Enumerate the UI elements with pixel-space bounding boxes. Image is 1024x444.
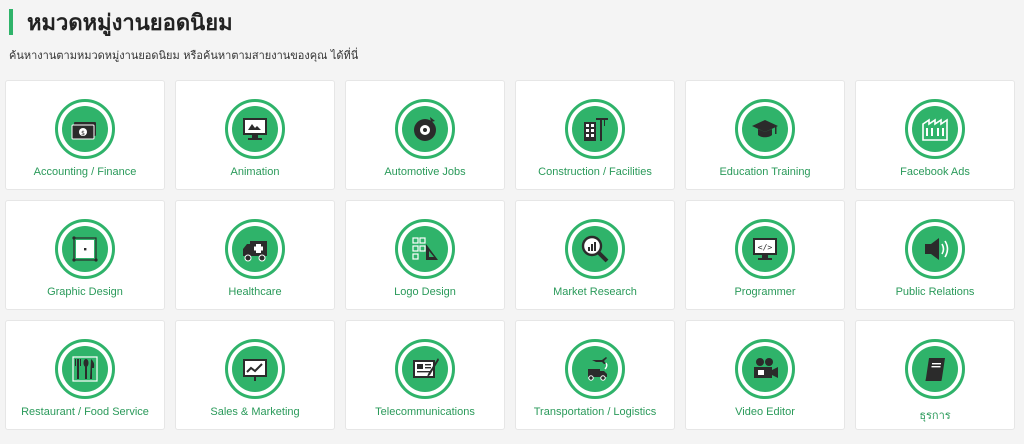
page-title: หมวดหมู่งานยอดนิยม (27, 10, 233, 36)
category-card-education-training[interactable]: Education Training (685, 80, 845, 190)
section-header: หมวดหมู่งานยอดนิยม (9, 8, 233, 36)
category-label: Restaurant / Food Service (21, 406, 149, 418)
svg-text:</>: </> (758, 243, 773, 252)
design-tools-icon (62, 226, 108, 272)
category-icon-ring (395, 339, 455, 399)
money-icon: $ (62, 106, 108, 152)
ambulance-icon (232, 226, 278, 272)
category-icon-ring (395, 99, 455, 159)
category-label: Facebook Ads (900, 166, 970, 178)
monitor-animation-icon (232, 106, 278, 152)
category-card-construction-facilities[interactable]: Construction / Facilities (515, 80, 675, 190)
category-label: Telecommunications (375, 406, 475, 418)
category-label: ธุรการ (919, 410, 951, 422)
category-icon-ring (565, 99, 625, 159)
category-card-sales-marketing[interactable]: Sales & Marketing (175, 320, 335, 430)
wheel-icon (402, 106, 448, 152)
category-label: Programmer (734, 286, 796, 298)
category-icon-ring (55, 219, 115, 279)
category-icon-ring (905, 99, 965, 159)
category-icon-ring (565, 339, 625, 399)
category-label: Automotive Jobs (384, 166, 466, 178)
category-label: Graphic Design (47, 286, 123, 298)
cutlery-icon (62, 346, 108, 392)
category-card-admin[interactable]: ธุรการ (855, 320, 1015, 430)
code-monitor-icon: </> (742, 226, 788, 272)
graduation-cap-icon (742, 106, 788, 152)
speaker-icon (912, 226, 958, 272)
page-subtitle: ค้นหางานตามหมวดหมู่งานยอดนิยม หรือค้นหาต… (9, 49, 359, 62)
category-icon-ring (225, 99, 285, 159)
category-grid: $ Accounting / Finance Animation Automotive… (5, 80, 1015, 430)
category-label: Public Relations (895, 286, 975, 298)
svg-text:$: $ (81, 130, 85, 137)
category-icon-ring (55, 339, 115, 399)
category-label: Video Editor (735, 406, 795, 418)
category-icon-ring: $ (55, 99, 115, 159)
factory-icon (912, 106, 958, 152)
category-label: Animation (230, 166, 280, 178)
category-icon-ring: </> (735, 219, 795, 279)
category-card-healthcare[interactable]: Healthcare (175, 200, 335, 310)
category-icon-ring (225, 219, 285, 279)
category-card-video-editor[interactable]: Video Editor (685, 320, 845, 430)
category-icon-ring (905, 339, 965, 399)
category-card-facebook-ads[interactable]: Facebook Ads (855, 80, 1015, 190)
category-icon-ring (905, 219, 965, 279)
category-label: Healthcare (228, 286, 282, 298)
logo-design-icon (402, 226, 448, 272)
category-card-programmer[interactable]: </> Programmer (685, 200, 845, 310)
category-card-public-relations[interactable]: Public Relations (855, 200, 1015, 310)
category-card-market-research[interactable]: Market Research (515, 200, 675, 310)
truck-plane-icon (572, 346, 618, 392)
category-label: Market Research (553, 286, 637, 298)
category-icon-ring (225, 339, 285, 399)
building-crane-icon (572, 106, 618, 152)
video-camera-icon (742, 346, 788, 392)
category-label: Accounting / Finance (33, 166, 137, 178)
category-icon-ring (735, 339, 795, 399)
magnifier-chart-icon (572, 226, 618, 272)
header-accent-bar (9, 9, 13, 35)
category-label: Education Training (719, 166, 811, 178)
category-label: Transportation / Logistics (533, 406, 657, 418)
category-card-accounting-finance[interactable]: $ Accounting / Finance (5, 80, 165, 190)
category-label: Construction / Facilities (538, 166, 652, 178)
category-icon-ring (735, 99, 795, 159)
category-icon-ring (565, 219, 625, 279)
category-label: Sales & Marketing (210, 406, 300, 418)
category-label: Logo Design (394, 286, 456, 298)
category-card-automotive-jobs[interactable]: Automotive Jobs (345, 80, 505, 190)
category-card-logo-design[interactable]: Logo Design (345, 200, 505, 310)
category-card-graphic-design[interactable]: Graphic Design (5, 200, 165, 310)
sales-chart-icon (232, 346, 278, 392)
category-card-telecommunications[interactable]: Telecommunications (345, 320, 505, 430)
category-card-animation[interactable]: Animation (175, 80, 335, 190)
book-icon (912, 346, 958, 392)
category-icon-ring (395, 219, 455, 279)
category-card-restaurant-food-service[interactable]: Restaurant / Food Service (5, 320, 165, 430)
category-card-transportation-logistics[interactable]: Transportation / Logistics (515, 320, 675, 430)
document-pen-icon (402, 346, 448, 392)
